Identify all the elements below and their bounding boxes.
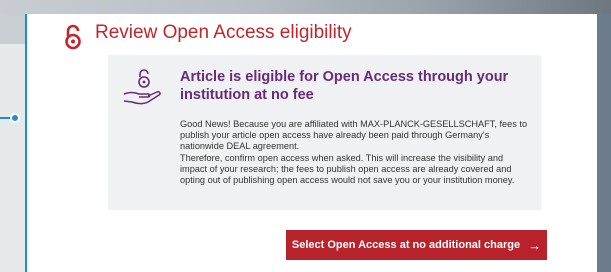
eligibility-heading: Article is eligible for Open Access thro… — [180, 69, 509, 103]
select-open-access-label: Select Open Access at no additional char… — [291, 239, 521, 251]
eligibility-body-paragraph: Therefore, confirm open access when aske… — [180, 152, 515, 186]
background-image — [0, 0, 611, 14]
eligibility-notice: Article is eligible for Open Access thro… — [108, 55, 541, 210]
open-access-card: Review Open Access eligibility Article i… — [25, 14, 597, 272]
connector-dot — [10, 113, 20, 123]
select-open-access-button[interactable]: Select Open Access at no additional char… — [286, 230, 547, 260]
open-lock-icon — [65, 24, 81, 50]
background-right-panel — [597, 14, 611, 272]
arrow-right-icon: → — [528, 237, 542, 253]
background-left-strip — [0, 14, 25, 44]
page-title: Review Open Access eligibility — [95, 22, 352, 43]
hand-lock-icon — [123, 69, 161, 105]
background-left-panel — [0, 14, 25, 272]
eligibility-body: Good News! Because you are affiliated wi… — [180, 119, 530, 186]
eligibility-body-paragraph: Good News! Because you are affiliated wi… — [180, 119, 528, 152]
